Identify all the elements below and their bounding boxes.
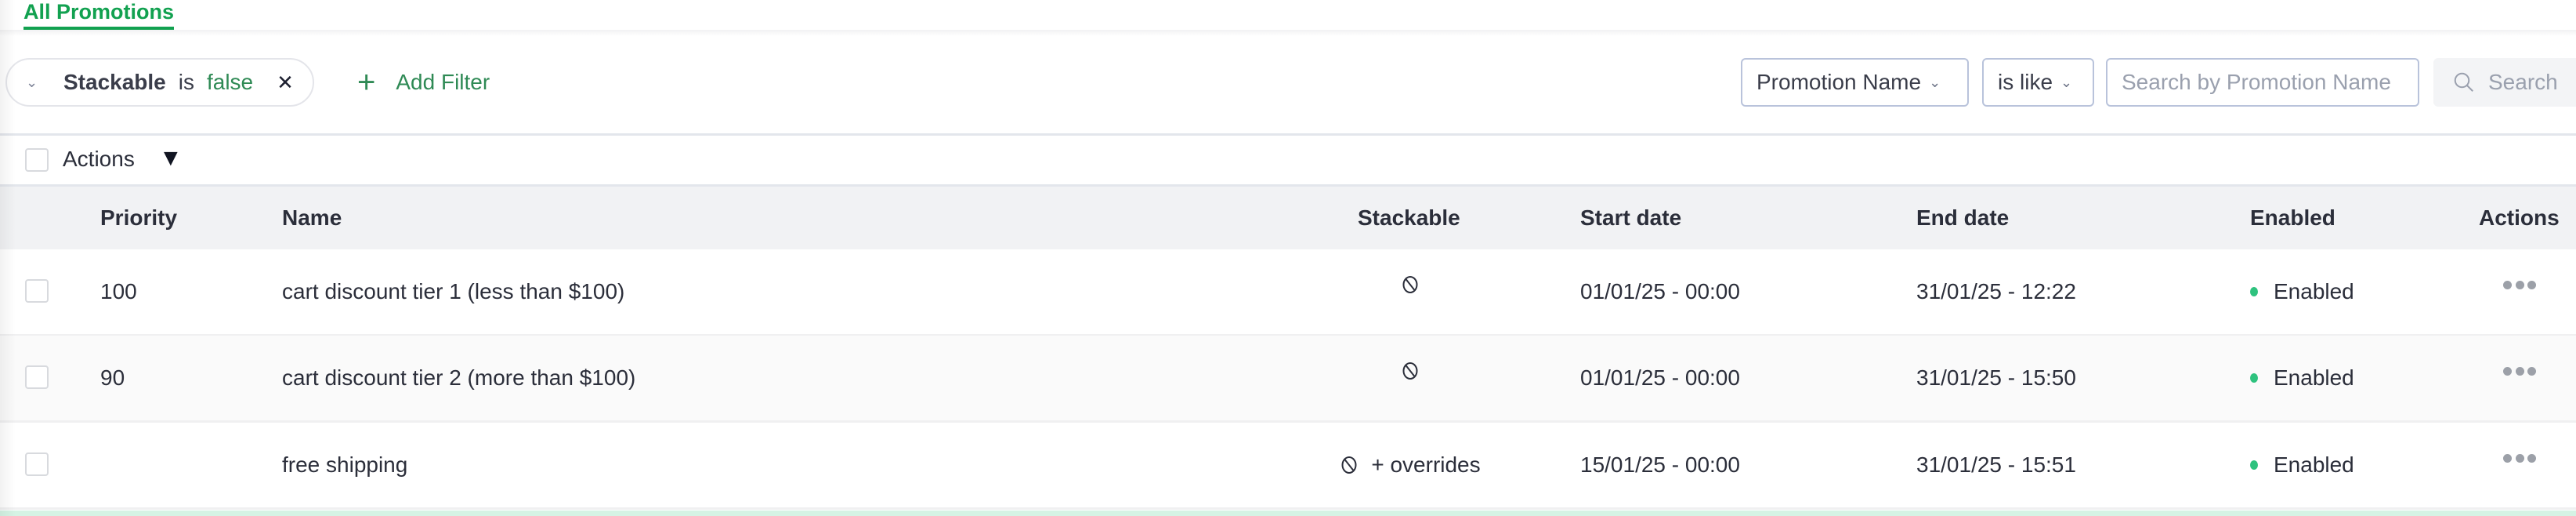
cell-start-date: 01/01/25 - 00:00 — [1580, 279, 1740, 303]
dot-icon — [2515, 454, 2524, 463]
status-dot-icon — [2250, 372, 2258, 383]
cell-enabled: Enabled — [2250, 423, 2354, 507]
cell-start-date: 15/01/25 - 00:00 — [1580, 452, 1740, 477]
search-input[interactable] — [2106, 58, 2419, 107]
more-actions-button[interactable] — [2503, 281, 2536, 292]
chevron-down-icon[interactable]: ⌄ — [26, 74, 46, 91]
bottom-accent-line — [0, 511, 2576, 516]
field-select[interactable]: Promotion Name ⌄ — [1741, 58, 1969, 107]
cell-name[interactable]: cart discount tier 1 (less than $100) — [282, 249, 624, 334]
dot-icon — [2527, 367, 2536, 376]
column-header-enabled[interactable]: Enabled — [2250, 187, 2335, 249]
dot-icon — [2527, 281, 2536, 289]
add-filter-button[interactable]: + Add Filter — [357, 58, 490, 107]
cell-end-date: 31/01/25 - 15:51 — [1916, 452, 2076, 477]
cell-enabled: Enabled — [2250, 336, 2354, 420]
column-header-name[interactable]: Name — [282, 187, 342, 249]
stackable-overrides: + overrides — [1371, 452, 1481, 477]
more-actions-button[interactable] — [2503, 454, 2536, 465]
row-checkbox[interactable] — [25, 452, 49, 476]
status-badge: Enabled — [2274, 452, 2354, 477]
field-select-value: Promotion Name — [1757, 70, 1922, 94]
search-icon — [2454, 72, 2473, 92]
cell-stackable — [1332, 336, 1489, 420]
cell-stackable — [1332, 249, 1489, 334]
bulk-actions-bar: Actions ▼ — [0, 136, 2576, 184]
filter-bar: ⌄ Stackable is false ✕ + Add Filter Prom… — [0, 36, 2576, 133]
status-badge: Enabled — [2274, 279, 2354, 303]
cell-end-date: 31/01/25 - 15:50 — [1916, 365, 2076, 390]
ban-icon — [1402, 276, 1418, 293]
column-header-priority[interactable]: Priority — [100, 187, 177, 249]
filter-chip-value: false — [206, 70, 254, 94]
dot-icon — [2503, 281, 2512, 289]
status-dot-icon — [2250, 460, 2258, 470]
cell-end-date: 31/01/25 - 12:22 — [1916, 279, 2076, 303]
plus-icon: + — [357, 65, 376, 100]
search-button-label: Search — [2488, 70, 2558, 94]
chevron-down-icon: ⌄ — [2060, 74, 2073, 90]
caret-down-icon[interactable]: ▼ — [159, 145, 183, 172]
ban-icon — [1341, 456, 1357, 474]
filter-chip-stackable[interactable]: ⌄ Stackable is false ✕ — [5, 58, 314, 107]
filter-chip-field: Stackable — [63, 70, 166, 94]
close-icon[interactable]: ✕ — [277, 71, 294, 95]
tab-bar: All Promotions — [0, 0, 2576, 31]
ban-icon — [1402, 362, 1418, 380]
dot-icon — [2515, 281, 2524, 289]
column-header-start-date[interactable]: Start date — [1580, 187, 1681, 249]
dot-icon — [2503, 367, 2512, 376]
operator-select-value: is like — [1998, 70, 2053, 94]
row-checkbox[interactable] — [25, 279, 49, 303]
table-header: Priority Name Stackable Start date End d… — [0, 187, 2576, 249]
tab-bar-shadow — [0, 30, 2576, 36]
chevron-down-icon: ⌄ — [1929, 74, 1941, 90]
cell-start-date: 01/01/25 - 00:00 — [1580, 365, 1740, 390]
cell-priority: 90 — [100, 365, 125, 390]
cell-enabled: Enabled — [2250, 249, 2354, 334]
column-header-stackable[interactable]: Stackable — [1358, 187, 1460, 249]
column-header-actions: Actions — [2479, 205, 2560, 230]
tab-all-promotions[interactable]: All Promotions — [24, 0, 175, 31]
table-row[interactable]: 90 cart discount tier 2 (more than $100)… — [0, 336, 2576, 423]
status-badge: Enabled — [2274, 365, 2354, 390]
table-row[interactable]: free shipping + overrides 15/01/25 - 00:… — [0, 423, 2576, 510]
cell-name[interactable]: free shipping — [282, 423, 407, 507]
column-header-end-date[interactable]: End date — [1916, 187, 2009, 249]
bulk-actions-label: Actions — [63, 147, 135, 171]
cell-priority: 100 — [100, 279, 137, 303]
cell-stackable: + overrides — [1332, 423, 1489, 507]
filter-chip-operator: is — [178, 70, 194, 94]
table-row[interactable]: 100 cart discount tier 1 (less than $100… — [0, 249, 2576, 336]
add-filter-label: Add Filter — [396, 70, 490, 94]
dot-icon — [2515, 367, 2524, 376]
status-dot-icon — [2250, 286, 2258, 296]
search-button[interactable]: Search — [2433, 58, 2576, 107]
dot-icon — [2527, 454, 2536, 463]
dot-icon — [2503, 454, 2512, 463]
more-actions-button[interactable] — [2503, 367, 2536, 378]
operator-select[interactable]: is like ⌄ — [1982, 58, 2094, 107]
cell-name[interactable]: cart discount tier 2 (more than $100) — [282, 336, 635, 420]
select-all-checkbox[interactable] — [25, 148, 49, 172]
row-checkbox[interactable] — [25, 365, 49, 389]
